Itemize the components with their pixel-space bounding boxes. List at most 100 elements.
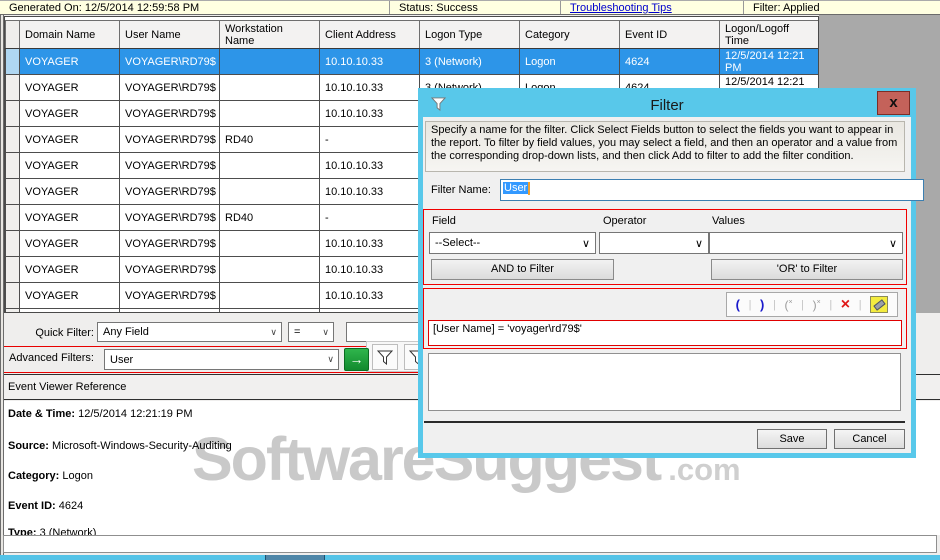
category-value: Logon (62, 470, 93, 482)
cell-workstation (219, 48, 320, 75)
field-label: Field (432, 215, 456, 227)
row-selector[interactable] (5, 74, 20, 101)
filter-dialog: Filter x Specify a name for the filter. … (418, 88, 924, 458)
values-label: Values (712, 215, 745, 227)
column-header[interactable]: Category (519, 20, 620, 49)
row-selector[interactable] (5, 48, 20, 75)
column-header[interactable]: Domain Name (19, 20, 120, 49)
dialog-separator (424, 421, 905, 423)
cell-domain: VOYAGER (19, 256, 120, 283)
clear-all-button[interactable] (870, 296, 889, 313)
cell-user: VOYAGER\RD79$ (119, 282, 220, 309)
row-selector[interactable] (5, 100, 20, 127)
quick-filter-operator-select[interactable]: = ∨ (288, 322, 334, 342)
cell-user: VOYAGER\RD79$ (119, 126, 220, 153)
values-select[interactable]: ∨ (709, 232, 903, 254)
troubleshooting-tips-link[interactable]: Troubleshooting Tips (570, 2, 672, 14)
column-header[interactable]: Event ID (619, 20, 720, 49)
cell-domain: VOYAGER (19, 48, 120, 75)
cell-client: 10.10.10.33 (319, 74, 420, 101)
cell-user: VOYAGER\RD79$ (119, 48, 220, 75)
cell-user: VOYAGER\RD79$ (119, 100, 220, 127)
table-row[interactable]: VOYAGERVOYAGER\RD79$ 10.10.10.333 (Networ… (5, 48, 818, 75)
cell-user: VOYAGER\RD79$ (119, 308, 220, 312)
chevron-down-icon: ∨ (888, 237, 897, 250)
operator-select[interactable]: ∨ (599, 232, 709, 254)
open-paren-button[interactable]: ( (736, 297, 740, 312)
row-selector[interactable] (5, 256, 20, 283)
dialog-titlebar[interactable]: Filter x (423, 91, 911, 117)
taskbar-segment (265, 555, 325, 560)
cell-domain: VOYAGER (19, 152, 120, 179)
close-button[interactable]: x (877, 91, 910, 115)
cell-time: 12/5/2014 12:21 PM (719, 48, 818, 75)
cell-client: 10.10.10.33 (319, 48, 420, 75)
generated-on-label: Generated On: 12/5/2014 12:59:58 PM (0, 1, 390, 14)
cell-user: VOYAGER\RD79$ (119, 204, 220, 231)
chevron-down-icon: ∨ (694, 237, 703, 250)
bottom-text-field[interactable] (3, 535, 937, 553)
cell-workstation (219, 178, 320, 205)
and-to-filter-button[interactable]: AND to Filter (431, 259, 614, 280)
cell-domain: VOYAGER (19, 74, 120, 101)
cell-client: 10.10.10.33 (319, 230, 420, 257)
cell-workstation (219, 100, 320, 127)
row-selector[interactable] (5, 204, 20, 231)
cell-workstation: RD40 (219, 204, 320, 231)
filter-expression-box[interactable]: [User Name] = 'voyager\rd79$' (428, 320, 902, 346)
row-selector[interactable] (5, 308, 20, 312)
filter-condition-section: Field Operator Values --Select-- ∨ ∨ ∨ AN… (423, 209, 907, 285)
quick-filter-label: Quick Filter: (35, 327, 94, 339)
expression-toolbar: ( | ) | (× | )× | × | (726, 292, 898, 317)
field-select[interactable]: --Select-- ∨ (429, 232, 596, 254)
cell-client: - (319, 204, 420, 231)
cell-domain: VOYAGER (19, 204, 120, 231)
filter-name-input[interactable]: User (500, 179, 924, 201)
filter-button[interactable] (372, 344, 398, 370)
close-paren-button[interactable]: ) (760, 297, 764, 312)
remove-open-paren-button[interactable]: (× (784, 298, 792, 312)
cell-domain: VOYAGER (19, 308, 120, 312)
cell-client: 10.10.10.33 (319, 282, 420, 309)
quick-filter-field-select[interactable]: Any Field ∨ (97, 322, 282, 342)
apply-filter-button[interactable]: → (344, 348, 369, 371)
save-button[interactable]: Save (757, 429, 827, 449)
column-header[interactable]: Logon/Logoff Time (719, 20, 818, 49)
or-to-filter-button[interactable]: 'OR' to Filter (711, 259, 903, 280)
source-value: Microsoft-Windows-Security-Auditing (52, 440, 232, 452)
cell-user: VOYAGER\RD79$ (119, 74, 220, 101)
cell-user: VOYAGER\RD79$ (119, 152, 220, 179)
cell-workstation (219, 152, 320, 179)
cell-domain: VOYAGER (19, 126, 120, 153)
column-header[interactable]: Workstation Name (219, 20, 320, 49)
column-header[interactable]: Client Address (319, 20, 420, 49)
cell-client: 10.10.10.33 (319, 152, 420, 179)
row-selector[interactable] (5, 178, 20, 205)
row-selector[interactable] (5, 126, 20, 153)
row-selector[interactable] (5, 152, 20, 179)
chevron-down-icon: ∨ (327, 354, 334, 364)
cell-user: VOYAGER\RD79$ (119, 256, 220, 283)
cell-domain: VOYAGER (19, 282, 120, 309)
cell-workstation: RD40 (219, 126, 320, 153)
cell-client: - (319, 126, 420, 153)
window-left-border (0, 15, 4, 560)
source-label: Source: (8, 440, 49, 452)
column-header[interactable]: Logon Type (419, 20, 520, 49)
operator-label: Operator (603, 215, 647, 227)
cell-workstation (219, 308, 320, 312)
cancel-button[interactable]: Cancel (834, 429, 905, 449)
chevron-down-icon: ∨ (270, 326, 277, 337)
row-selector[interactable] (5, 230, 20, 257)
delete-condition-button[interactable]: × (841, 296, 850, 312)
cell-category: Logon (519, 48, 620, 75)
advanced-filters-select[interactable]: User ∨ (104, 349, 339, 370)
expression-list-box[interactable] (428, 353, 901, 411)
event-id-value: 4624 (58, 500, 84, 512)
date-time-label: Date & Time: (8, 408, 76, 420)
cell-client: 10.10.10.33 (319, 308, 420, 312)
row-selector[interactable] (5, 282, 20, 309)
column-header[interactable]: User Name (119, 20, 220, 49)
remove-close-paren-button[interactable]: )× (813, 298, 821, 312)
chevron-down-icon: ∨ (322, 326, 329, 337)
